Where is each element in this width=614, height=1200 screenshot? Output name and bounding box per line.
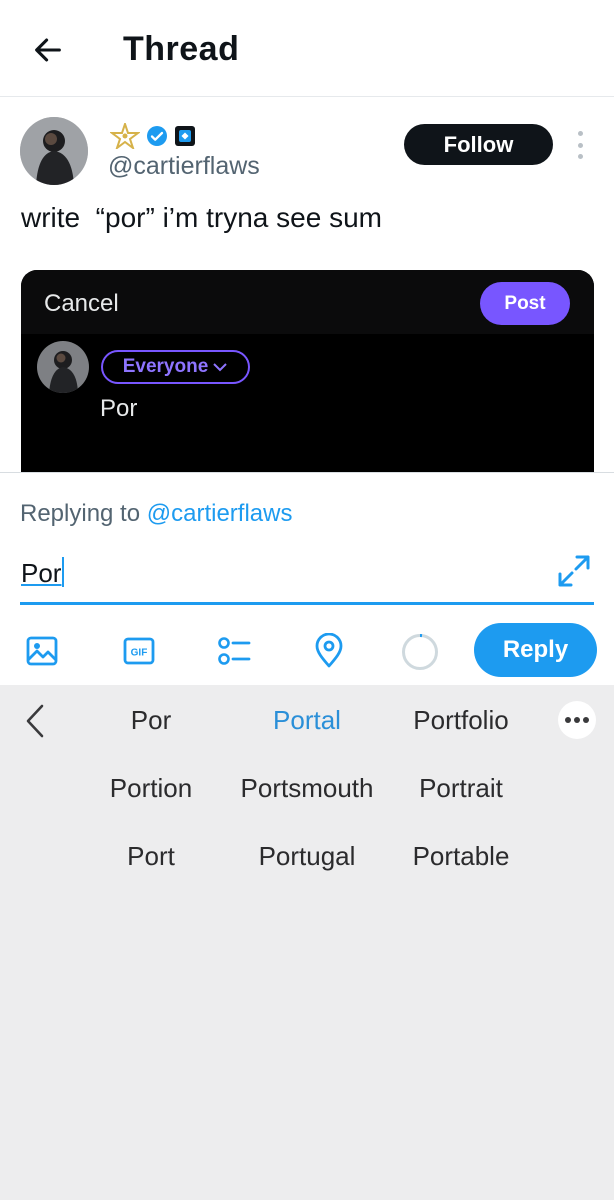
dot-icon	[577, 154, 583, 159]
suggestions-more-button[interactable]	[558, 701, 596, 739]
suggestion-word[interactable]: Portugal	[227, 841, 387, 872]
svg-text:GIF: GIF	[131, 648, 148, 659]
replying-to-line: Replying to @cartierflaws	[20, 500, 292, 528]
page-title: Thread	[123, 30, 240, 68]
embed-audience-label: Everyone	[122, 356, 209, 377]
expand-icon	[558, 555, 590, 587]
chevron-left-icon	[26, 704, 44, 738]
dot-icon	[583, 717, 589, 723]
reply-button[interactable]: Reply	[474, 623, 597, 677]
location-icon	[315, 633, 343, 668]
author-name-row	[110, 122, 196, 150]
embed-top-bar: Cancel Post	[21, 270, 594, 334]
verified-badge-icon	[147, 126, 167, 146]
author-avatar[interactable]	[20, 117, 88, 185]
dot-icon	[577, 131, 583, 136]
character-count-ring	[402, 633, 438, 670]
text-cursor	[62, 557, 65, 587]
image-icon	[26, 636, 58, 666]
arrow-left-icon	[35, 38, 61, 62]
embed-composer-text: Por	[100, 395, 138, 422]
embed-cancel-label: Cancel	[44, 290, 119, 317]
add-image-button[interactable]	[24, 633, 60, 669]
reply-input-text[interactable]: Por	[21, 557, 65, 589]
suggestions-back-button[interactable]	[22, 703, 50, 739]
keyboard-suggestion-panel: Por Portal Portfolio Portion Portsmouth …	[0, 685, 614, 1200]
embed-avatar	[37, 341, 89, 393]
embed-audience-selector: Everyone	[101, 350, 250, 384]
expand-composer-button[interactable]	[556, 553, 592, 589]
suggestion-word[interactable]: Portable	[381, 841, 541, 872]
more-options-button[interactable]	[570, 131, 590, 159]
suggestion-word[interactable]: Portion	[71, 773, 231, 804]
suggestion-word[interactable]: Portfolio	[381, 705, 541, 736]
suggestion-word[interactable]: Por	[71, 705, 231, 736]
replying-mention[interactable]: @cartierflaws	[147, 500, 293, 527]
author-handle[interactable]: @cartierflaws	[108, 152, 260, 181]
suggestion-word[interactable]: Portrait	[381, 773, 541, 804]
replying-prefix: Replying to	[20, 500, 141, 527]
top-bar: Thread	[0, 0, 614, 97]
dot-icon	[577, 142, 583, 148]
follow-button[interactable]: Follow	[404, 124, 553, 165]
dot-icon	[574, 717, 580, 723]
post-media-screenshot[interactable]: Cancel Post Everyone Por	[21, 270, 594, 472]
add-location-button[interactable]	[311, 633, 347, 669]
affiliate-badge-icon	[175, 126, 195, 146]
dot-icon	[565, 717, 571, 723]
poll-icon	[218, 637, 251, 665]
chevron-down-icon	[213, 363, 227, 372]
suggestion-word[interactable]: Portsmouth	[227, 773, 387, 804]
reply-input-field[interactable]: Por	[20, 553, 594, 605]
gif-icon: GIF	[123, 637, 155, 665]
reply-composer: Replying to @cartierflaws Por GIF Reply	[0, 472, 614, 685]
back-button[interactable]	[28, 30, 68, 70]
embed-post-button: Post	[480, 282, 570, 325]
reply-input-value: Por	[21, 558, 62, 588]
add-gif-button[interactable]: GIF	[121, 633, 157, 669]
star-icon	[110, 123, 140, 149]
add-poll-button[interactable]	[216, 633, 252, 669]
post-text: write “por” i’m tryna see sum	[21, 202, 382, 233]
suggestion-word-highlighted[interactable]: Portal	[227, 705, 387, 736]
suggestion-word[interactable]: Port	[71, 841, 231, 872]
